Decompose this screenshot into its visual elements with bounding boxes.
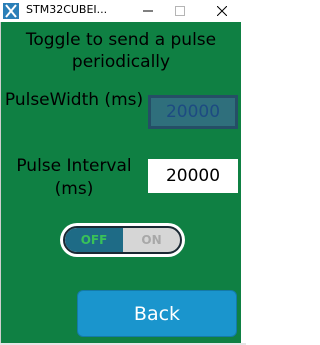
pulse-width-field[interactable]: 20000 bbox=[148, 95, 238, 129]
pulse-width-label: PulseWidth (ms) bbox=[4, 90, 144, 110]
app-window: STM32CUBEI... Toggle to send a pulse per… bbox=[0, 0, 246, 345]
pulse-interval-field[interactable]: 20000 bbox=[148, 159, 238, 193]
pulse-interval-label: Pulse Interval (ms) bbox=[16, 156, 132, 199]
close-button[interactable] bbox=[205, 0, 239, 22]
maximize-icon bbox=[175, 6, 185, 16]
window-title: STM32CUBEI... bbox=[26, 3, 108, 16]
pulse-toggle-switch[interactable]: OFF ON bbox=[60, 223, 185, 257]
minimize-button[interactable] bbox=[131, 0, 165, 22]
toggle-on-segment[interactable]: ON bbox=[123, 228, 180, 252]
window-border-right bbox=[241, 22, 246, 345]
back-button[interactable]: Back bbox=[77, 290, 237, 337]
minimize-icon bbox=[143, 10, 153, 12]
page-heading: Toggle to send a pulse periodically bbox=[25, 30, 217, 72]
client-area: Toggle to send a pulse periodically Puls… bbox=[1, 22, 241, 343]
title-bar[interactable]: STM32CUBEI... bbox=[0, 0, 246, 22]
toggle-off-segment[interactable]: OFF bbox=[65, 228, 123, 252]
close-icon bbox=[217, 6, 227, 16]
maximize-button[interactable] bbox=[163, 0, 197, 22]
app-logo-icon bbox=[3, 3, 19, 19]
toggle-track: OFF ON bbox=[63, 226, 182, 254]
